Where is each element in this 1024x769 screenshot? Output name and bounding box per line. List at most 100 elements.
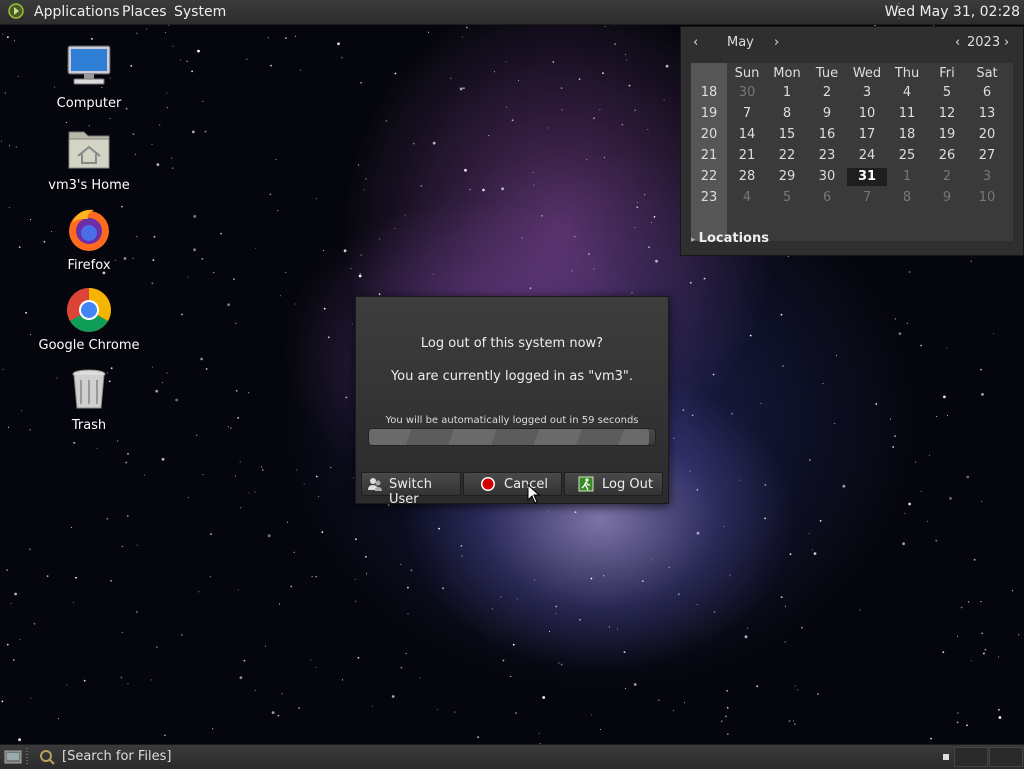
auto-logout-text: You will be automatically logged out in …: [385, 415, 639, 426]
calendar-day[interactable]: 26: [927, 148, 967, 163]
search-icon[interactable]: [38, 748, 56, 766]
window-list-icon[interactable]: [942, 753, 950, 761]
calendar-week-number: 21: [700, 148, 718, 163]
cancel-icon: [481, 477, 495, 491]
desktop-icon-chrome[interactable]: Google Chrome: [29, 286, 149, 353]
calendar-day[interactable]: 1: [767, 85, 807, 100]
menu-system[interactable]: System: [174, 4, 226, 20]
cancel-button[interactable]: Cancel: [463, 472, 562, 496]
calendar-day[interactable]: 15: [767, 127, 807, 142]
calendar-day[interactable]: 6: [967, 85, 1007, 100]
calendar-day[interactable]: 13: [967, 106, 1007, 121]
locations-expander[interactable]: ▸ Locations: [691, 231, 769, 246]
calendar-popup: ‹ May › ‹ 2023 › Sun Mon Tue Wed Thu Fri Sat 18…: [680, 26, 1024, 256]
panel-separator: [26, 748, 28, 766]
desktop-icon-label: vm3's Home: [48, 178, 130, 193]
next-year-icon[interactable]: ›: [1004, 35, 1009, 50]
prev-month-icon[interactable]: ‹: [693, 35, 698, 50]
calendar-day-name: Fri: [939, 66, 955, 81]
calendar-day[interactable]: 9: [807, 106, 847, 121]
calendar-day[interactable]: 14: [727, 127, 767, 142]
chrome-icon: [67, 288, 111, 332]
calendar-day[interactable]: 7: [847, 190, 887, 205]
calendar-day[interactable]: 19: [927, 127, 967, 142]
calendar-day[interactable]: 11: [887, 106, 927, 121]
desktop-icon-firefox[interactable]: Firefox: [29, 206, 149, 273]
calendar-day[interactable]: 30: [807, 169, 847, 184]
calendar-day[interactable]: 27: [967, 148, 1007, 163]
switch-user-button[interactable]: Switch User: [361, 472, 461, 507]
calendar-week-number: 19: [700, 106, 718, 121]
computer-icon: [67, 45, 111, 85]
calendar-day[interactable]: 16: [807, 127, 847, 142]
search-for-files[interactable]: [Search for Files]: [62, 749, 171, 764]
calendar-day[interactable]: 18: [887, 127, 927, 142]
calendar-day[interactable]: 23: [807, 148, 847, 163]
expander-arrow-icon: ▸: [691, 235, 699, 245]
workspace-1[interactable]: [954, 747, 988, 767]
calendar-day[interactable]: 1: [887, 169, 927, 184]
calendar-day[interactable]: 8: [767, 106, 807, 121]
calendar-day[interactable]: 2: [927, 169, 967, 184]
desktop-icon-label: Google Chrome: [38, 338, 140, 353]
menu-places[interactable]: Places: [122, 4, 167, 20]
calendar-day[interactable]: 4: [727, 190, 767, 205]
clock[interactable]: Wed May 31, 02:28: [885, 4, 1020, 20]
desktop-icon-computer[interactable]: Computer: [29, 44, 149, 111]
calendar-day[interactable]: 3: [967, 169, 1007, 184]
desktop-icon-label: Firefox: [67, 258, 111, 273]
calendar-day[interactable]: 3: [847, 85, 887, 100]
log-out-label: Log Out: [602, 477, 653, 492]
bottom-panel: [Search for Files]: [0, 744, 1024, 769]
calendar-day[interactable]: 9: [927, 190, 967, 205]
calendar-day[interactable]: 24: [847, 148, 887, 163]
calendar-day[interactable]: 25: [887, 148, 927, 163]
calendar-week-number: 22: [700, 169, 718, 184]
calendar-day[interactable]: 10: [847, 106, 887, 121]
calendar-day-name: Mon: [773, 66, 801, 81]
calendar-day[interactable]: 7: [727, 106, 767, 121]
logout-question: Log out of this system now?: [420, 336, 604, 351]
logged-in-as-text: You are currently logged in as "vm3".: [390, 369, 634, 384]
desktop-icon-home[interactable]: vm3's Home: [29, 126, 149, 193]
calendar-day[interactable]: 17: [847, 127, 887, 142]
calendar-day[interactable]: 12: [927, 106, 967, 121]
firefox-icon: [69, 209, 109, 251]
calendar-week-number: 20: [700, 127, 718, 142]
switch-user-label: Switch User: [389, 477, 432, 507]
desktop-icon-trash[interactable]: Trash: [29, 366, 149, 433]
calendar-day-name: Thu: [894, 66, 920, 81]
calendar-day[interactable]: 21: [727, 148, 767, 163]
switch-user-icon: [368, 478, 382, 491]
show-desktop-icon[interactable]: [4, 748, 22, 766]
calendar-day[interactable]: 28: [727, 169, 767, 184]
prev-year-icon[interactable]: ‹: [955, 35, 960, 50]
applications-menu-icon[interactable]: [8, 3, 24, 19]
calendar-day[interactable]: 22: [767, 148, 807, 163]
calendar-day[interactable]: 4: [887, 85, 927, 100]
calendar-day-name: Wed: [852, 66, 882, 81]
progress-fill: [369, 429, 650, 445]
calendar-day[interactable]: 10: [967, 190, 1007, 205]
calendar-year: 2023: [967, 35, 1001, 50]
calendar-day-name: Tue: [815, 66, 839, 81]
calendar-day[interactable]: 29: [767, 169, 807, 184]
menu-applications[interactable]: Applications: [34, 4, 120, 20]
locations-label: Locations: [698, 231, 769, 246]
calendar-day[interactable]: 6: [807, 190, 847, 205]
next-month-icon[interactable]: ›: [774, 35, 779, 50]
log-out-button[interactable]: Log Out: [564, 472, 663, 496]
mouse-pointer-icon: [527, 484, 541, 504]
calendar-day[interactable]: 31: [847, 168, 887, 186]
calendar-month: May: [727, 35, 754, 50]
calendar-day[interactable]: 5: [767, 190, 807, 205]
calendar-day[interactable]: 2: [807, 85, 847, 100]
log-out-icon: [578, 476, 594, 492]
calendar-day[interactable]: 30: [727, 85, 767, 100]
desktop-icon-label: Trash: [71, 418, 107, 433]
calendar-day[interactable]: 5: [927, 85, 967, 100]
workspace-2[interactable]: [989, 747, 1023, 767]
calendar-day[interactable]: 8: [887, 190, 927, 205]
calendar-day[interactable]: 20: [967, 127, 1007, 142]
desktop-icon-label: Computer: [56, 96, 122, 111]
